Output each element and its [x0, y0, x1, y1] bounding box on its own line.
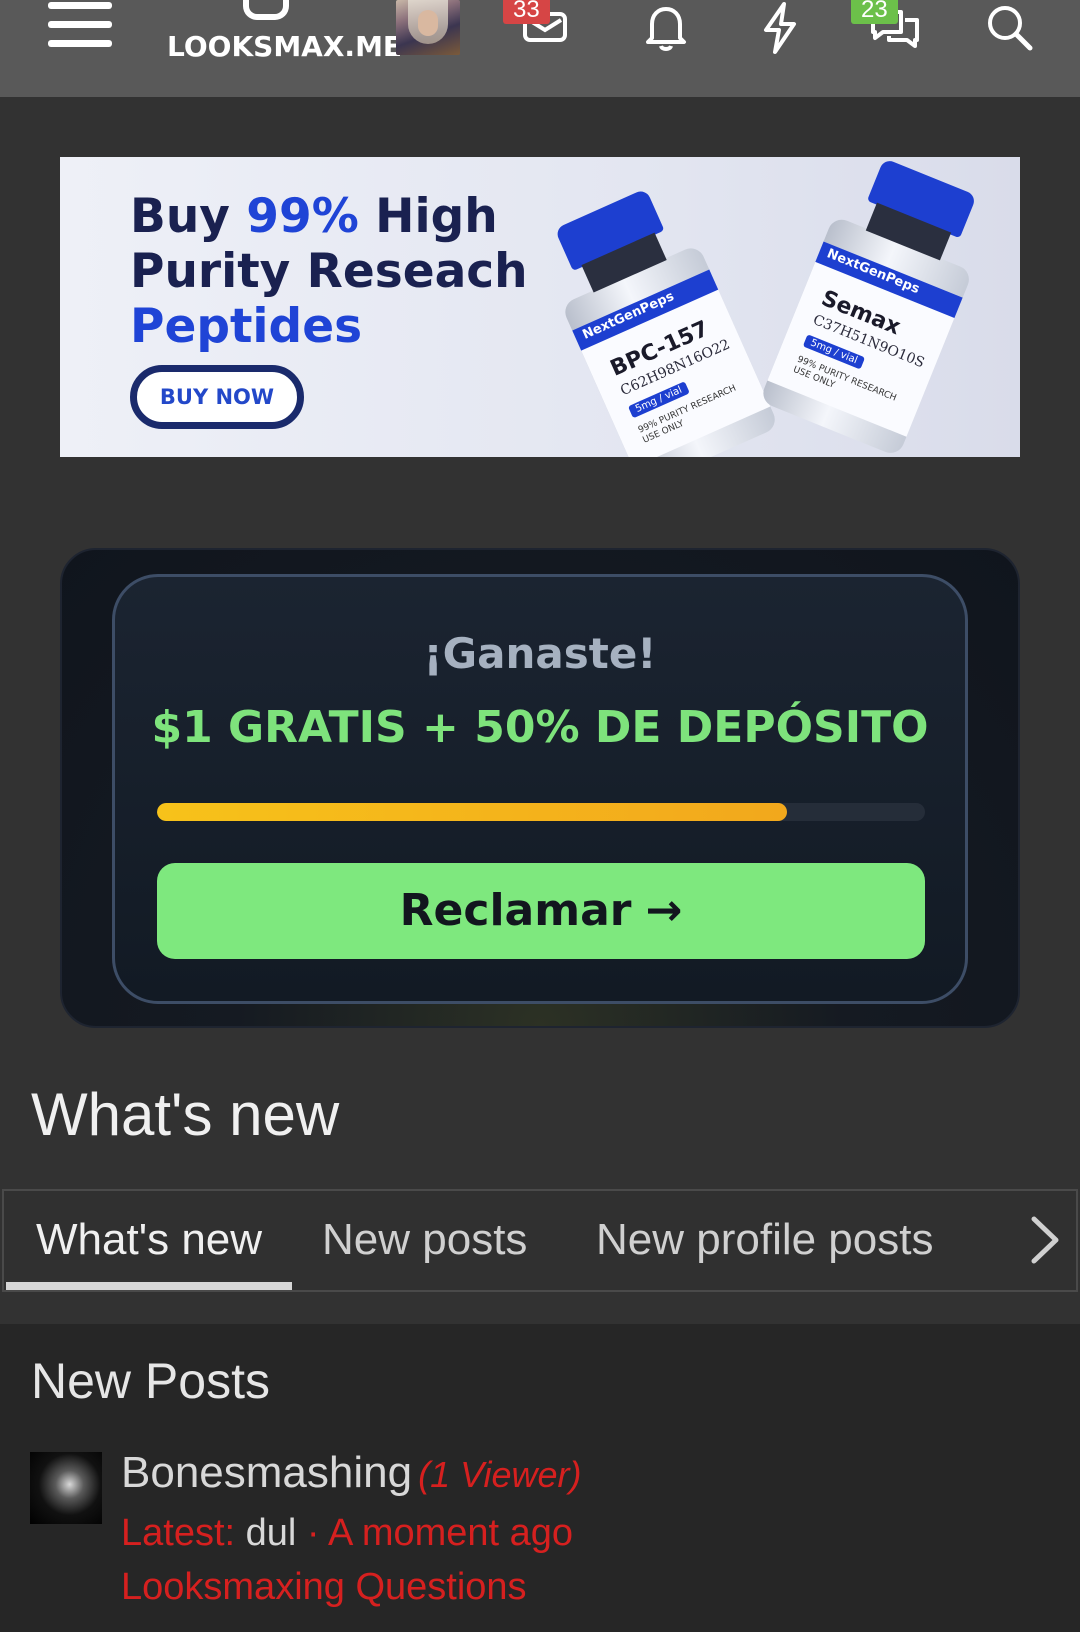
ad-banner[interactable]: Buy 99% High Purity Reseach Peptides BUY… [60, 157, 1020, 457]
promo-progress-bar [157, 803, 925, 821]
viewer-count: (1 Viewer) [418, 1454, 582, 1495]
arrow-right-icon: → [645, 885, 683, 936]
logo-text: LOOKSMAX.ME [167, 30, 403, 63]
thread-title[interactable]: Bonesmashing [121, 1448, 412, 1497]
list-item[interactable]: Bonesmashing (1 Viewer) [121, 1448, 581, 1498]
search-icon [988, 6, 1033, 51]
tab-bar: What's new New posts New profile posts [2, 1189, 1078, 1292]
inbox-badge: 33 [503, 0, 550, 24]
chevron-right-icon[interactable] [1024, 1215, 1064, 1265]
conversations-button[interactable]: 23 [851, 0, 923, 56]
active-tab-indicator [6, 1282, 292, 1290]
latest-user-link[interactable]: dul [246, 1512, 297, 1554]
vial-semax: NextGenPeps Semax C37H51N9O10S 5mg / via… [751, 157, 1010, 457]
bolt-icon [764, 2, 796, 54]
search-button[interactable] [982, 0, 1038, 56]
site-logo[interactable]: LOOKSMAX.ME [167, 0, 402, 70]
new-posts-heading: New Posts [31, 1353, 270, 1409]
post-time[interactable]: · A moment ago [307, 1512, 573, 1554]
top-nav-bar: LOOKSMAX.ME 33 23 [0, 0, 1080, 97]
ad-headline: Buy 99% High Purity Reseach Peptides [130, 189, 528, 354]
inbox-button[interactable]: 33 [503, 0, 575, 56]
user-avatar[interactable] [396, 0, 460, 55]
conversations-badge: 23 [851, 0, 898, 24]
logo-mark [243, 0, 289, 20]
vial-bpc157: NextGenPeps BPC-157 C62H98N16O22 5mg / v… [522, 174, 787, 457]
promo-widget: ¡Ganaste! $1 GRATIS + 50% DE DEPÓSITO Re… [60, 548, 1020, 1028]
avatar[interactable] [30, 1452, 102, 1524]
promo-title: ¡Ganaste! [423, 629, 657, 678]
latest-post-meta: Latest: dul · A moment ago [121, 1512, 574, 1554]
new-posts-block: New Posts Bonesmashing (1 Viewer) Latest:… [0, 1324, 1080, 1632]
alerts-button[interactable] [638, 0, 694, 56]
promo-offer: $1 GRATIS + 50% DE DEPÓSITO [151, 702, 929, 753]
tab-new-profile-posts[interactable]: New profile posts [596, 1215, 933, 1265]
tab-new-posts[interactable]: New posts [322, 1215, 527, 1265]
page-title: What's new [31, 1081, 340, 1148]
tab-whats-new[interactable]: What's new [36, 1215, 262, 1265]
bell-icon [646, 7, 686, 51]
promo-progress-fill [157, 803, 787, 821]
claim-button[interactable]: Reclamar → [157, 863, 925, 959]
menu-icon[interactable] [48, 2, 112, 50]
whats-new-button[interactable] [752, 0, 808, 56]
buy-now-button[interactable]: BUY NOW [130, 365, 304, 429]
promo-card: ¡Ganaste! $1 GRATIS + 50% DE DEPÓSITO Re… [112, 574, 968, 1004]
forum-link[interactable]: Looksmaxing Questions [121, 1566, 527, 1609]
